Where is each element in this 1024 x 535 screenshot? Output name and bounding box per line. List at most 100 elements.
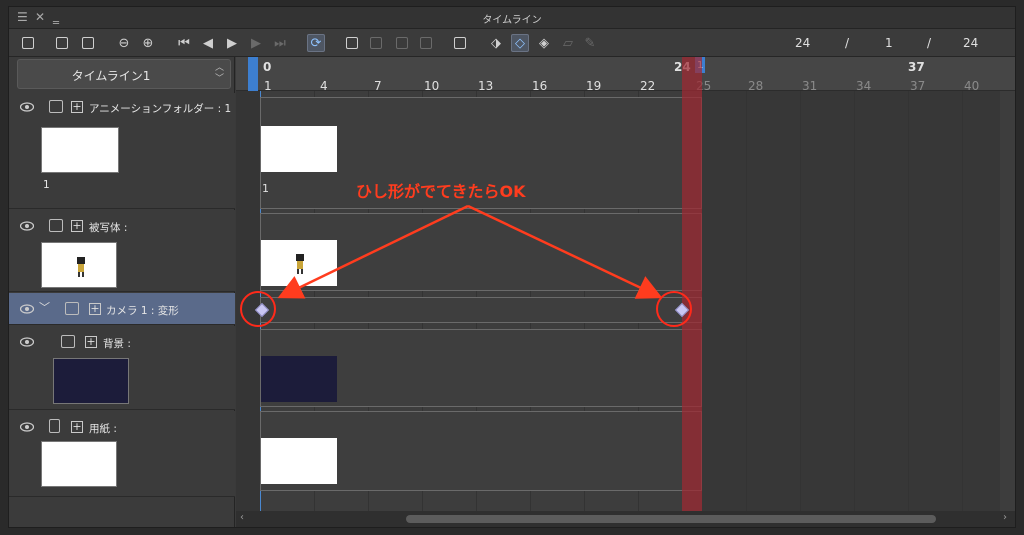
cell-thumbnail	[261, 438, 337, 484]
track-subject[interactable]	[260, 213, 702, 291]
keyframe-interp-icon[interactable]: ◇	[511, 34, 529, 52]
frame-separator-2: /	[927, 36, 932, 50]
toolbar: ⊖ ⊕ ⏮ ◀ ▶ ▶ ⏭ ⟳ ⬗ ◇ ◈ ▱ ✎ 24 / 1 / 24	[9, 29, 1015, 57]
first-frame-icon[interactable]: ⏮	[175, 34, 193, 52]
eye-icon[interactable]	[20, 422, 34, 432]
frame-settings-icon[interactable]	[53, 34, 71, 52]
timeline-grid[interactable]: 0 24 1 37 1 4 7 10 13 16 19 22 25 28 31 …	[236, 57, 1015, 527]
add-frame-icon[interactable]	[79, 34, 97, 52]
zoom-out-icon[interactable]: ⊖	[115, 34, 133, 52]
layer-camera[interactable]: ﹀ + カメラ 1 : 変形	[9, 293, 235, 325]
layer-background[interactable]: + 背景 :	[9, 326, 235, 410]
start-frame: 1	[885, 36, 893, 50]
scroll-right-icon[interactable]: ›	[1003, 512, 1007, 523]
expand-plus-icon[interactable]: +	[71, 220, 83, 232]
chevron-up-icon: ︿	[214, 63, 224, 73]
cell-number: 1	[262, 182, 269, 195]
ruler-tick: 19	[586, 79, 602, 93]
horizontal-scrollbar[interactable]: ‹ ›	[236, 511, 1015, 527]
highlight-circle-end	[656, 291, 692, 327]
layer-name: 用紙 :	[89, 423, 117, 435]
end-frame: 24	[963, 36, 979, 50]
prev-frame-icon[interactable]: ◀	[199, 34, 217, 52]
layer-name: 被写体 :	[89, 222, 128, 234]
current-frame: 24	[795, 36, 811, 50]
play-icon[interactable]: ▶	[223, 34, 241, 52]
loop-icon[interactable]: ⟳	[307, 34, 325, 52]
layer-name: 背景 :	[103, 338, 131, 350]
timeline-select[interactable]: タイムライン1 ︿ ﹀	[17, 59, 231, 89]
ruler-tick: 13	[478, 79, 494, 93]
new-cell-icon[interactable]	[343, 34, 361, 52]
title-bar: ☰ ✕ ‗ タイムライン	[9, 7, 1015, 29]
track-paper[interactable]	[260, 411, 702, 491]
layer-thumbnail	[41, 441, 117, 487]
eye-icon[interactable]	[20, 337, 34, 347]
layer-thumbnail	[53, 358, 129, 404]
grid-line	[800, 91, 801, 511]
layer-subject[interactable]: + 被写体 :	[9, 210, 235, 292]
layer-thumbnail	[41, 127, 119, 173]
ruler-top-label-37: 37	[908, 60, 925, 74]
frame-separator-1: /	[845, 36, 850, 50]
highlight-circle-start	[240, 291, 276, 327]
grid-line	[854, 91, 855, 511]
image-layer-icon	[61, 335, 75, 348]
layer-name: アニメーションフォルダー : 1 : セル	[89, 103, 235, 115]
expand-plus-icon[interactable]: +	[71, 101, 83, 113]
ruler-tick: 16	[532, 79, 548, 93]
expand-plus-icon[interactable]: +	[89, 303, 101, 315]
eye-icon[interactable]	[20, 304, 34, 314]
keyframe-enable-icon[interactable]: ⬗	[487, 34, 505, 52]
layer-paper[interactable]: + 用紙 :	[9, 411, 235, 497]
layer-name: カメラ 1 : 変形	[106, 305, 179, 317]
start-marker[interactable]	[248, 57, 258, 91]
grid-line	[908, 91, 909, 511]
delete-cell-icon[interactable]	[417, 34, 435, 52]
track-camera[interactable]	[260, 297, 702, 323]
folder-layer-icon	[49, 100, 63, 113]
character-image	[296, 254, 304, 274]
ruler-tick: 10	[424, 79, 440, 93]
ruler-tick: 1	[264, 79, 272, 93]
specify-cell-icon[interactable]	[367, 34, 385, 52]
add-keyframe-icon[interactable]: ◈	[535, 34, 553, 52]
eye-icon[interactable]	[20, 102, 34, 112]
frame-ruler[interactable]: 0 24 1 37 1 4 7 10 13 16 19 22 25 28 31 …	[236, 57, 1015, 93]
layer-thumbnail	[41, 242, 117, 288]
grid-line	[962, 91, 963, 511]
ruler-tick: 4	[320, 79, 328, 93]
thumb-cell-number: 1	[43, 179, 50, 191]
ruler-tick: 7	[374, 79, 382, 93]
next-frame-icon[interactable]: ▶	[247, 34, 265, 52]
expand-plus-icon[interactable]: +	[85, 336, 97, 348]
onion-skin-icon[interactable]	[451, 34, 469, 52]
playhead[interactable]	[682, 57, 702, 511]
expand-plus-icon[interactable]: +	[71, 421, 83, 433]
edit-keyframe-icon[interactable]: ✎	[581, 34, 599, 52]
grid-line	[746, 91, 747, 511]
collapse-chevron-icon[interactable]: ﹀	[39, 299, 50, 315]
timeline-select-label: タイムライン1	[71, 69, 151, 83]
character-image	[77, 257, 85, 277]
clear-cell-icon[interactable]	[393, 34, 411, 52]
paper-layer-icon	[49, 419, 60, 433]
timeline-panel: ☰ ✕ ‗ タイムライン ⊖ ⊕ ⏮ ◀ ▶ ▶ ⏭ ⟳ ⬗ ◇ ◈ ▱ ✎ 2…	[8, 6, 1016, 528]
annotation-text: ひし形がでてきたらOK	[356, 182, 526, 201]
layer-animation-folder[interactable]: + アニメーションフォルダー : 1 : セル 1	[9, 93, 235, 209]
keyframe-type-icon[interactable]: ▱	[559, 34, 577, 52]
zoom-in-icon[interactable]: ⊕	[139, 34, 157, 52]
new-timeline-icon[interactable]	[19, 34, 37, 52]
scrollbar-thumb[interactable]	[406, 515, 936, 523]
cell-thumbnail	[261, 240, 337, 286]
track-background[interactable]	[260, 329, 702, 407]
eye-icon[interactable]	[20, 221, 34, 231]
cell-thumbnail	[261, 126, 337, 172]
camera-layer-icon	[65, 302, 79, 315]
scroll-left-icon[interactable]: ‹	[240, 512, 244, 523]
image-layer-icon	[49, 219, 63, 232]
ruler-top-label-start: 0	[263, 60, 272, 74]
cell-thumbnail	[261, 356, 337, 402]
last-frame-icon[interactable]: ⏭	[271, 34, 289, 52]
ruler-tick: 22	[640, 79, 656, 93]
